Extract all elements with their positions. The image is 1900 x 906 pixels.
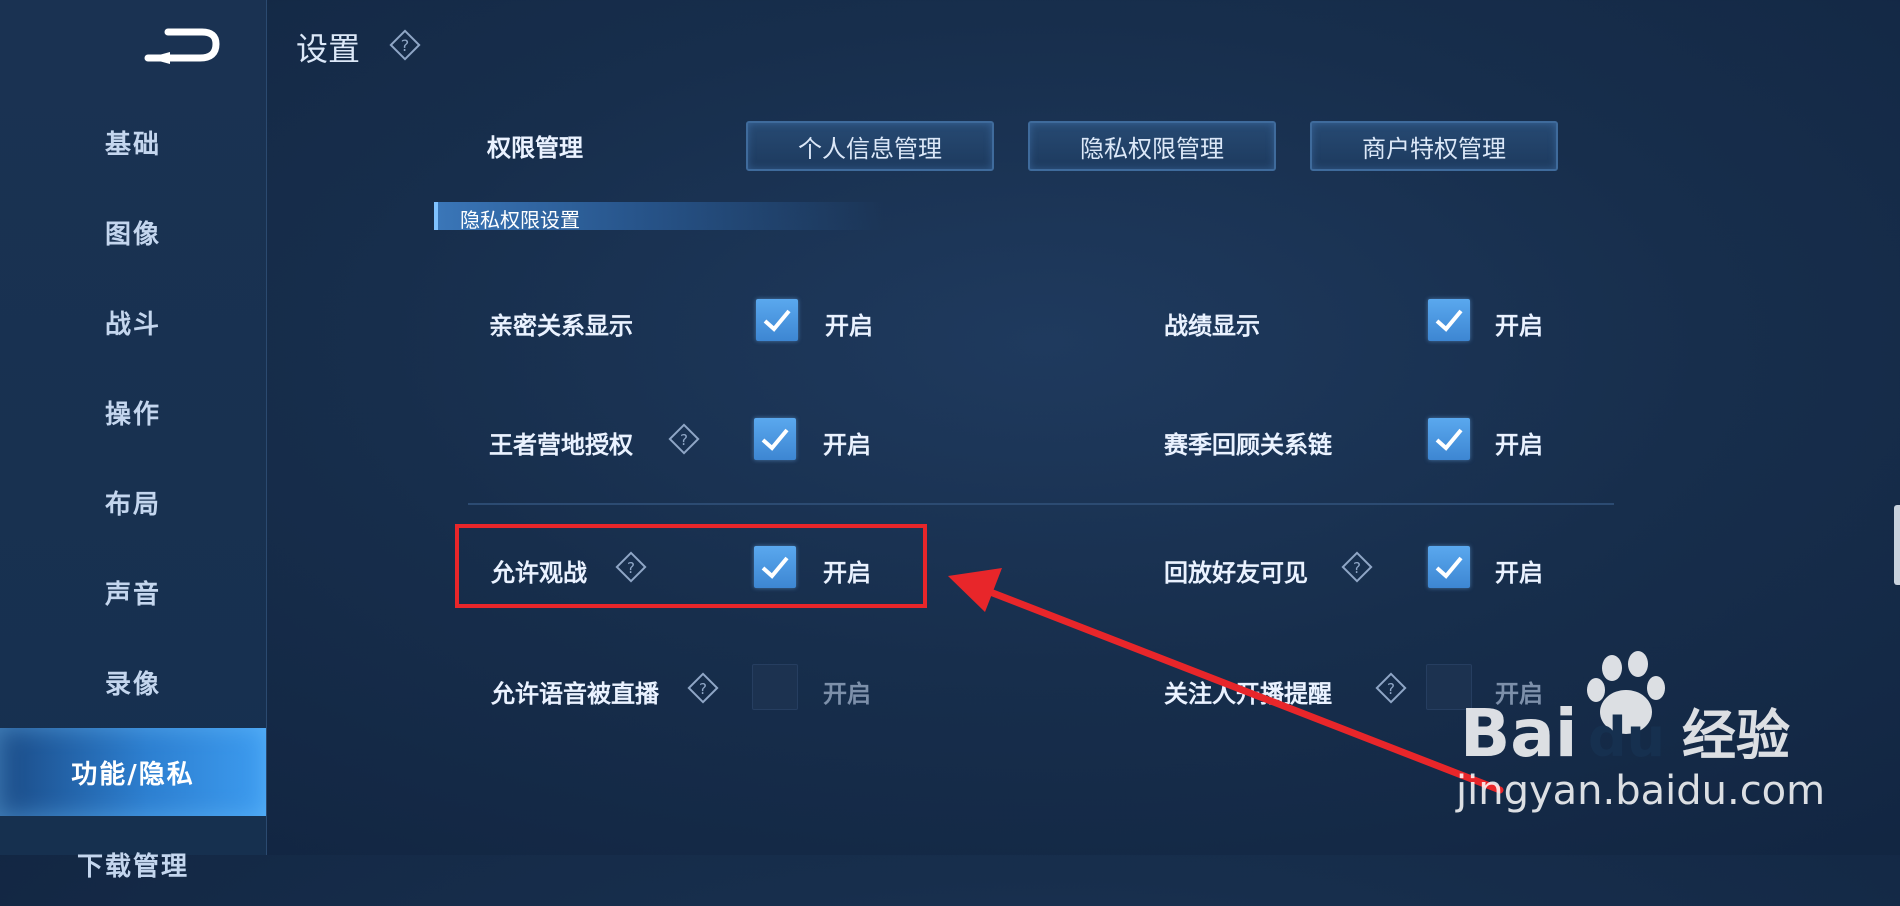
option-intimate-relations-label: 亲密关系显示 (489, 312, 633, 340)
checkmark-icon (1435, 556, 1463, 579)
divider (468, 503, 1614, 505)
help-icon[interactable]: ? (1372, 669, 1410, 707)
checkmark-icon (761, 428, 789, 451)
sidebar-item-combat[interactable]: 战斗 (0, 280, 266, 364)
option-state-label: 开启 (1495, 312, 1543, 340)
svg-text:?: ? (401, 36, 410, 55)
option-season-review-label: 赛季回顾关系链 (1164, 431, 1332, 459)
checkmark-icon (763, 309, 791, 332)
help-icon[interactable]: ? (388, 28, 422, 62)
svg-text:?: ? (1387, 680, 1395, 698)
sidebar-item-function-privacy[interactable]: 功能/隐私 (0, 728, 266, 816)
option-state-label: 开启 (823, 680, 871, 708)
help-icon[interactable]: ? (1338, 548, 1376, 586)
option-camp-authorization-label: 王者营地授权 (489, 431, 633, 459)
season-review-checkbox[interactable] (1428, 418, 1470, 460)
sidebar-item-basic[interactable]: 基础 (0, 100, 266, 184)
baidu-jingyan-logo: Bai du 经验 (1460, 648, 1800, 778)
sidebar-item-label: 录像 (104, 669, 161, 700)
help-icon[interactable]: ? (684, 669, 722, 707)
sidebar-item-label: 图像 (104, 219, 161, 250)
scroll-handle[interactable] (1894, 505, 1900, 585)
sidebar-item-label: 操作 (104, 399, 161, 430)
voice-broadcast-checkbox[interactable] (752, 664, 798, 710)
option-state-label: 开启 (1495, 559, 1543, 587)
sidebar-item-label: 声音 (104, 579, 161, 610)
sidebar-item-label: 战斗 (104, 309, 161, 340)
sidebar-item-label: 基础 (104, 129, 161, 160)
sidebar-item-label: 下载管理 (76, 851, 189, 882)
sidebar-item-replay[interactable]: 录像 (0, 640, 266, 724)
baidu-paw-icon: Bai du 经验 (1460, 651, 1790, 772)
privacy-permission-management-button[interactable]: 隐私权限管理 (1028, 121, 1276, 171)
permission-management-label: 权限管理 (487, 134, 583, 162)
svg-text:?: ? (1353, 559, 1361, 577)
watermark-url: jingyan.baidu.com (1456, 768, 1826, 814)
back-arrow-icon[interactable] (140, 24, 222, 68)
option-voice-broadcast-label: 允许语音被直播 (491, 680, 659, 708)
sidebar-item-layout[interactable]: 布局 (0, 460, 266, 544)
section-title: 隐私权限设置 (460, 208, 580, 232)
svg-text:?: ? (699, 680, 707, 698)
sidebar-item-download[interactable]: 下载管理 (0, 822, 266, 906)
match-record-checkbox[interactable] (1428, 299, 1470, 341)
personal-info-management-button[interactable]: 个人信息管理 (746, 121, 994, 171)
svg-text:Bai: Bai (1460, 695, 1577, 772)
option-state-label: 开启 (1495, 431, 1543, 459)
option-match-record-label: 战绩显示 (1164, 312, 1260, 340)
sidebar-item-graphics[interactable]: 图像 (0, 190, 266, 274)
svg-text:du: du (1588, 706, 1665, 769)
sidebar: 基础 图像 战斗 操作 布局 声音 录像 功能/隐私 下载管理 (0, 0, 267, 882)
checkmark-icon (1435, 428, 1463, 451)
page-title: 设置 (296, 30, 361, 68)
sidebar-item-label: 功能/隐私 (71, 759, 195, 790)
option-follow-live-reminder-label: 关注人开播提醒 (1164, 680, 1332, 708)
checkmark-icon (1435, 309, 1463, 332)
camp-authorization-checkbox[interactable] (754, 418, 796, 460)
sidebar-item-label: 布局 (104, 489, 161, 520)
sidebar-item-controls[interactable]: 操作 (0, 370, 266, 454)
intimate-relations-checkbox[interactable] (756, 299, 798, 341)
option-replay-friends-visible-label: 回放好友可见 (1164, 559, 1308, 587)
replay-friends-visible-checkbox[interactable] (1428, 546, 1470, 588)
option-state-label: 开启 (823, 431, 871, 459)
help-icon[interactable]: ? (665, 420, 703, 458)
option-state-label: 开启 (825, 312, 873, 340)
svg-text:?: ? (680, 431, 688, 449)
highlight-box (455, 524, 927, 608)
merchant-privilege-management-button[interactable]: 商户特权管理 (1310, 121, 1558, 171)
sidebar-item-sound[interactable]: 声音 (0, 550, 266, 634)
svg-text:经验: 经验 (1682, 704, 1790, 767)
